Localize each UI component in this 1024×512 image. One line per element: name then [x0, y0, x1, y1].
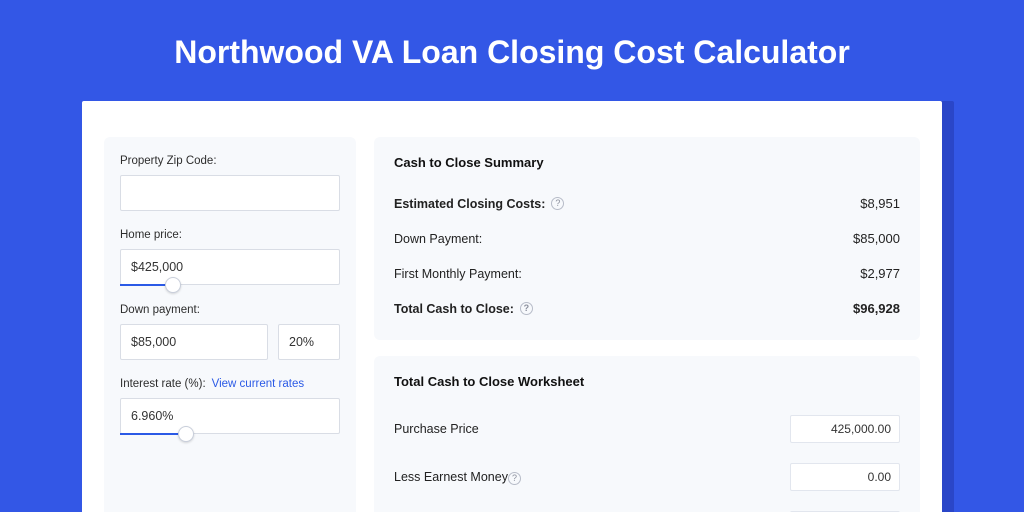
- summary-row-label: Down Payment:: [394, 232, 482, 246]
- down-payment-row: [120, 324, 340, 360]
- worksheet-row-label: Purchase Price: [394, 422, 479, 436]
- field-down-payment: Down payment:: [120, 304, 340, 360]
- summary-row-label-text: Down Payment:: [394, 232, 482, 246]
- worksheet-row-label: Less Earnest Money?: [394, 470, 521, 485]
- summary-row: Total Cash to Close:? $96,928: [394, 291, 900, 326]
- home-price-input[interactable]: [120, 249, 340, 285]
- summary-row-value: $8,951: [860, 196, 900, 211]
- summary-row: Estimated Closing Costs:? $8,951: [394, 186, 900, 221]
- help-icon[interactable]: ?: [508, 472, 521, 485]
- interest-slider-track: [120, 433, 186, 435]
- summary-row-label-text: First Monthly Payment:: [394, 267, 522, 281]
- down-payment-input[interactable]: [120, 324, 268, 360]
- home-price-label: Home price:: [120, 229, 340, 241]
- summary-row-value: $96,928: [853, 301, 900, 316]
- calculator-card: Property Zip Code: Home price: Down paym…: [82, 101, 942, 512]
- home-price-slider-track: [120, 284, 173, 286]
- interest-label-row: Interest rate (%): View current rates: [120, 378, 340, 390]
- summary-row: Down Payment: $85,000: [394, 221, 900, 256]
- summary-row-label-text: Total Cash to Close:: [394, 302, 514, 316]
- worksheet-row-value-input[interactable]: [790, 415, 900, 443]
- down-payment-label: Down payment:: [120, 304, 340, 316]
- calculator-stage: Property Zip Code: Home price: Down paym…: [82, 101, 942, 512]
- summary-row-label-text: Estimated Closing Costs:: [394, 197, 545, 211]
- worksheet-row: Less Earnest Money?: [394, 453, 900, 501]
- page-title: Northwood VA Loan Closing Cost Calculato…: [0, 0, 1024, 89]
- interest-input[interactable]: [120, 398, 340, 434]
- view-rates-link[interactable]: View current rates: [212, 378, 304, 390]
- summary-row-label: Total Cash to Close:?: [394, 302, 533, 316]
- worksheet-row: Purchase Price: [394, 405, 900, 453]
- worksheet-row-value-input[interactable]: [790, 463, 900, 491]
- field-home-price: Home price:: [120, 229, 340, 286]
- interest-slider[interactable]: [120, 398, 340, 435]
- zip-label: Property Zip Code:: [120, 155, 340, 167]
- help-icon[interactable]: ?: [551, 197, 564, 210]
- card-inner: Property Zip Code: Home price: Down paym…: [82, 101, 942, 512]
- field-zip: Property Zip Code:: [120, 155, 340, 211]
- summary-row-label: Estimated Closing Costs:?: [394, 197, 564, 211]
- summary-row-value: $2,977: [860, 266, 900, 281]
- interest-label: Interest rate (%):: [120, 378, 206, 390]
- interest-slider-thumb[interactable]: [178, 426, 194, 442]
- home-price-slider[interactable]: [120, 249, 340, 286]
- worksheet-row-label-text: Purchase Price: [394, 422, 479, 436]
- results-panel: Cash to Close Summary Estimated Closing …: [374, 137, 920, 512]
- worksheet-row: Total Mortgage Loan Amount: [394, 501, 900, 512]
- summary-row: First Monthly Payment: $2,977: [394, 256, 900, 291]
- worksheet-row-label-text: Less Earnest Money: [394, 470, 508, 484]
- help-icon[interactable]: ?: [520, 302, 533, 315]
- summary-row-value: $85,000: [853, 231, 900, 246]
- worksheet-section: Total Cash to Close Worksheet Purchase P…: [374, 356, 920, 512]
- inputs-panel: Property Zip Code: Home price: Down paym…: [104, 137, 356, 512]
- down-payment-pct-input[interactable]: [278, 324, 340, 360]
- summary-title: Cash to Close Summary: [394, 155, 900, 170]
- summary-row-label: First Monthly Payment:: [394, 267, 522, 281]
- home-price-slider-thumb[interactable]: [165, 277, 181, 293]
- worksheet-title: Total Cash to Close Worksheet: [394, 374, 900, 389]
- field-interest: Interest rate (%): View current rates: [120, 378, 340, 435]
- summary-section: Cash to Close Summary Estimated Closing …: [374, 137, 920, 340]
- zip-input[interactable]: [120, 175, 340, 211]
